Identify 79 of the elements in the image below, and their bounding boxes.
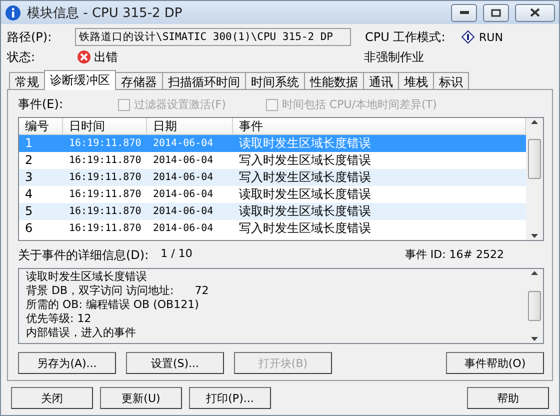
- detail-line: 背景 DB，双字访问 访问地址: 72: [26, 284, 210, 298]
- table-cell-text: 写入时发生区域长度错误: [238, 220, 372, 237]
- checkbox-label: 过滤器设置激活(F): [134, 97, 226, 112]
- close-icon: [530, 8, 540, 18]
- detail-line: 所需的 OB: 编程错误 OB (OB121): [26, 298, 200, 312]
- dialog-button[interactable]: 打印(P)...: [189, 387, 271, 409]
- tab[interactable]: 常规: [9, 72, 45, 90]
- tab[interactable]: 诊断缓冲区: [44, 70, 116, 90]
- table-cell-text: 16:19:11.870: [68, 137, 142, 151]
- event-id: 事件 ID: 16# 2522: [404, 247, 504, 263]
- checkbox-label: 时间包括 CPU/本地时间差异(T): [282, 97, 437, 112]
- panel-button[interactable]: 设置(S)...: [126, 352, 224, 374]
- table-cell-text: 4: [24, 186, 34, 203]
- table-cell-text: 2014-06-04: [152, 137, 214, 151]
- tab[interactable]: 堆栈: [398, 72, 434, 90]
- table-cell-text: 2014-06-04: [152, 205, 214, 219]
- column-header[interactable]: 日期: [147, 118, 233, 134]
- detail-line: 内部错误，进入的事件: [26, 326, 137, 340]
- event-row[interactable]: 5 16:19:11.870 2014-06-04 读取时发生区域长度错误: [19, 203, 526, 220]
- table-cell-text: 16:19:11.870: [68, 188, 142, 202]
- info-icon: [5, 4, 21, 21]
- scroll-up-icon[interactable]: [531, 120, 538, 124]
- table-cell-text: 2014-06-04: [152, 222, 214, 236]
- window-title: 模块信息 - CPU 315-2 DP: [27, 4, 184, 22]
- forcing-status: 非强制作业: [364, 48, 424, 66]
- table-cell-text: 2014-06-04: [152, 188, 214, 202]
- detail-line: 优先等级: 12: [26, 312, 92, 326]
- table-cell-text: 2014-06-04: [152, 171, 214, 185]
- diamond-icon: [461, 30, 475, 44]
- table-cell-text: 读取时发生区域长度错误: [238, 203, 372, 220]
- dialog-button[interactable]: 更新(U): [100, 387, 182, 409]
- scroll-down-icon[interactable]: [531, 234, 538, 238]
- status-value: 出错: [94, 48, 119, 66]
- dialog-button[interactable]: 帮助: [467, 387, 549, 409]
- path-field[interactable]: 铁路道口的设计\SIMATIC 300(1)\CPU 315-2 DP: [75, 28, 351, 46]
- details-label: 关于事件的详细信息(D):: [18, 247, 149, 264]
- scroll-down-icon[interactable]: [531, 337, 538, 341]
- mode-label: CPU 工作模式:: [365, 28, 446, 46]
- dialog-button[interactable]: 关闭: [11, 387, 93, 409]
- event-counter: 1 / 10: [160, 247, 192, 262]
- table-cell-text: 2014-06-04: [152, 154, 214, 168]
- restore-icon: [491, 8, 501, 17]
- table-cell-text: 2: [24, 152, 34, 169]
- tab[interactable]: 扫描循环时间: [162, 72, 246, 90]
- tab[interactable]: 通讯: [363, 72, 399, 90]
- column-header[interactable]: 日时间: [63, 118, 147, 134]
- table-cell-text: 3: [24, 169, 34, 186]
- scrollbar[interactable]: [526, 118, 543, 240]
- table-cell-text: 读取时发生区域长度错误: [238, 135, 372, 152]
- table-cell-text: 1: [24, 135, 34, 152]
- table-cell-text: 写入时发生区域长度错误: [238, 152, 372, 169]
- mode-value: RUN: [479, 30, 503, 44]
- table-cell-text: 写入时发生区域长度错误: [238, 169, 372, 186]
- tab[interactable]: 标识: [433, 72, 469, 90]
- restore-button[interactable]: [483, 4, 509, 22]
- column-header[interactable]: 编号: [19, 118, 63, 134]
- tab[interactable]: 性能数据: [304, 72, 364, 90]
- table-cell-text: 16:19:11.870: [68, 205, 142, 219]
- table-cell-text: 16:19:11.870: [68, 154, 142, 168]
- table-cell-text: 16:19:11.870: [68, 222, 142, 236]
- table-cell-text: 16:19:11.870: [68, 171, 142, 185]
- tab[interactable]: 存储器: [115, 72, 163, 90]
- close-button[interactable]: [515, 4, 555, 22]
- table-cell-text: 6: [24, 220, 34, 237]
- error-icon: [77, 50, 91, 64]
- minimize-button[interactable]: [451, 4, 477, 22]
- panel-button[interactable]: 事件帮助(O): [446, 352, 544, 374]
- panel-button[interactable]: 另存为(A)...: [18, 352, 116, 374]
- events-label: 事件(E):: [18, 96, 64, 113]
- detail-line: 读取时发生区域长度错误: [26, 270, 148, 284]
- event-row[interactable]: 3 16:19:11.870 2014-06-04 写入时发生区域长度错误: [19, 169, 526, 186]
- tab[interactable]: 时间系统: [245, 72, 305, 90]
- scroll-up-icon[interactable]: [531, 271, 538, 275]
- minimize-icon: [460, 11, 468, 14]
- table-cell-text: 读取时发生区域长度错误: [238, 186, 372, 203]
- table-cell-text: 5: [24, 203, 34, 220]
- status-label: 状态:: [7, 48, 36, 66]
- path-label: 路径(P):: [7, 28, 53, 46]
- scrollbar[interactable]: [526, 269, 543, 343]
